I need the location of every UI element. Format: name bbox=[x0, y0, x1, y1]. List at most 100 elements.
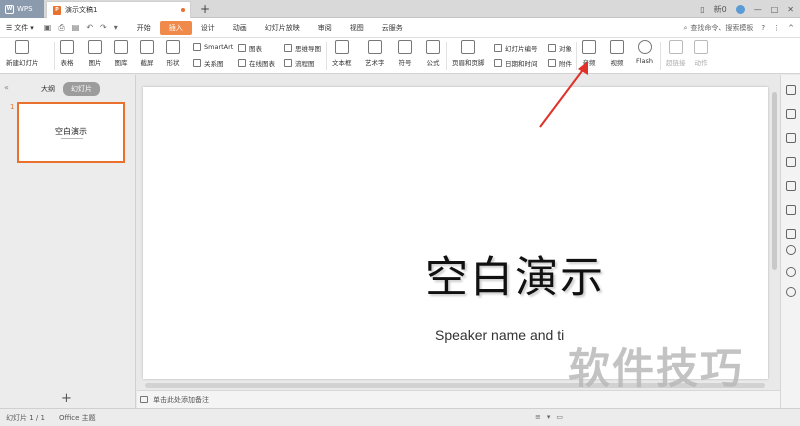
flash-button[interactable]: Flash bbox=[636, 40, 653, 65]
flash-icon bbox=[637, 40, 652, 54]
action-button[interactable]: 动作 bbox=[694, 40, 708, 67]
share-icon[interactable] bbox=[786, 245, 796, 255]
tab-outline[interactable]: 大纲 bbox=[41, 84, 55, 94]
relation-icon bbox=[193, 59, 201, 67]
window-controls: ▯ 新0 — □ ✕ bbox=[700, 0, 800, 18]
slide-title[interactable]: 空白演示 bbox=[425, 243, 605, 305]
undo-icon[interactable]: ↶ bbox=[86, 23, 93, 32]
vertical-scrollbar[interactable] bbox=[771, 90, 778, 380]
view-controls: ≡ ▾ ▭ bbox=[535, 413, 563, 421]
omega-symbol-icon bbox=[398, 40, 412, 54]
save-icon[interactable]: ▣ bbox=[44, 23, 52, 32]
slide-number-button[interactable]: 幻灯片编号 bbox=[494, 43, 538, 53]
settings-icon[interactable]: ⋮ bbox=[773, 24, 780, 32]
smartart-button[interactable]: SmartArt bbox=[193, 43, 233, 51]
menu-right-tools: ⌕ 查找命令、搜索模板 ? ⋮ ^ bbox=[683, 18, 794, 38]
status-bar: 幻灯片 1 / 1 Office 主题 ≡ ▾ ▭ bbox=[0, 408, 800, 426]
menu-bar: ☰ 文件 ▾ ▣ ⎙ ▤ ↶ ↷ ▾ 开始 插入 设计 动画 幻灯片放映 审阅 … bbox=[0, 18, 800, 38]
picture-label: 图片 bbox=[88, 59, 102, 67]
tab-animation[interactable]: 动画 bbox=[224, 21, 256, 35]
collapse-panel-icon[interactable]: « bbox=[4, 83, 9, 92]
print-icon[interactable]: ⎙ bbox=[58, 23, 64, 33]
video-icon bbox=[610, 40, 624, 54]
object-button[interactable]: 对象 bbox=[548, 43, 572, 53]
shape-button[interactable]: 形状 bbox=[166, 40, 180, 67]
object-label: 对象 bbox=[559, 45, 572, 53]
history-icon[interactable] bbox=[786, 267, 796, 277]
shape-icon bbox=[166, 40, 180, 54]
adjust-icon[interactable] bbox=[786, 157, 796, 167]
command-search[interactable]: ⌕ 查找命令、搜索模板 bbox=[683, 23, 753, 33]
chevron-down-icon: ▾ bbox=[30, 23, 34, 32]
tab-insert[interactable]: 插入 bbox=[159, 20, 192, 35]
speaker-icon bbox=[582, 40, 596, 54]
more-icon[interactable]: ▾ bbox=[114, 23, 118, 32]
user-name[interactable]: 新0 bbox=[714, 4, 727, 15]
tab-view[interactable]: 视图 bbox=[341, 21, 373, 35]
unsaved-dot-icon[interactable] bbox=[181, 8, 185, 12]
picture-button[interactable]: 图片 bbox=[88, 40, 102, 67]
copy-icon[interactable] bbox=[786, 109, 796, 119]
document-tab[interactable]: P 演示文稿1 bbox=[46, 1, 191, 18]
new-tab-button[interactable]: + bbox=[200, 1, 210, 17]
file-menu[interactable]: ☰ 文件 ▾ bbox=[0, 23, 40, 33]
symbol-button[interactable]: 符号 bbox=[398, 40, 412, 67]
document-tab-label: 演示文稿1 bbox=[65, 6, 98, 14]
mindmap-label: 思维导图 bbox=[295, 45, 321, 53]
slide-thumbnail[interactable]: 空白演示 bbox=[17, 102, 125, 163]
quick-access-toolbar: ▣ ⎙ ▤ ↶ ↷ ▾ bbox=[40, 23, 118, 33]
tab-cloud[interactable]: 云服务 bbox=[373, 21, 412, 35]
transition-icon[interactable] bbox=[786, 205, 796, 215]
tab-home[interactable]: 开始 bbox=[128, 21, 160, 35]
video-button[interactable]: 视频 bbox=[610, 40, 624, 67]
gallery-button[interactable]: 图库 bbox=[114, 40, 128, 67]
hyperlink-label: 超链接 bbox=[666, 59, 686, 67]
tab-slides[interactable]: 幻灯片 bbox=[63, 82, 100, 96]
redo-icon[interactable]: ↷ bbox=[100, 23, 107, 32]
avatar[interactable] bbox=[735, 4, 745, 14]
notes-icon bbox=[140, 396, 148, 403]
hyperlink-button[interactable]: 超链接 bbox=[666, 40, 686, 67]
screenshot-button[interactable]: 截屏 bbox=[140, 40, 154, 67]
flowchart-button[interactable]: 流程图 bbox=[284, 58, 315, 68]
collapse-ribbon-icon[interactable]: ^ bbox=[788, 24, 794, 32]
tab-design[interactable]: 设计 bbox=[192, 21, 224, 35]
star-icon[interactable] bbox=[786, 85, 796, 95]
formula-button[interactable]: 公式 bbox=[426, 40, 440, 67]
template-icon[interactable] bbox=[786, 181, 796, 191]
chart-button[interactable]: 图表 bbox=[238, 43, 262, 53]
file-menu-label: 文件 bbox=[14, 23, 29, 32]
device-icon[interactable]: ▯ bbox=[700, 5, 704, 14]
layers-icon[interactable] bbox=[786, 133, 796, 143]
theme-name[interactable]: Office 主题 bbox=[45, 413, 96, 423]
add-slide-button[interactable]: + bbox=[61, 391, 72, 406]
help-icon[interactable]: ? bbox=[761, 24, 765, 32]
notes-toggle-icon[interactable]: ≡ bbox=[535, 413, 541, 421]
tab-slideshow[interactable]: 幻灯片放映 bbox=[256, 21, 309, 35]
header-footer-button[interactable]: 页眉和页脚 bbox=[452, 40, 485, 67]
vertical-scroll-thumb[interactable] bbox=[772, 92, 777, 270]
help-circle-icon[interactable] bbox=[786, 287, 796, 297]
new-slide-button[interactable]: 新建幻灯片 bbox=[6, 40, 39, 67]
tab-review[interactable]: 审阅 bbox=[309, 21, 341, 35]
close-icon[interactable]: ✕ bbox=[787, 5, 794, 14]
symbol-label: 符号 bbox=[398, 59, 412, 67]
print-preview-icon[interactable]: ▤ bbox=[72, 23, 80, 32]
wps-home-tab[interactable]: W WPS bbox=[0, 0, 44, 18]
slide-subtitle[interactable]: Speaker name and ti bbox=[435, 327, 564, 343]
maximize-icon[interactable]: □ bbox=[771, 5, 779, 14]
relation-button[interactable]: 关系图 bbox=[193, 58, 224, 68]
smartart-label: SmartArt bbox=[204, 43, 234, 51]
view-mode-icon[interactable]: ▾ bbox=[547, 413, 551, 421]
textbox-button[interactable]: 文本框 bbox=[332, 40, 352, 67]
minimize-icon[interactable]: — bbox=[754, 5, 762, 14]
wordart-button[interactable]: 艺术字 bbox=[365, 40, 385, 67]
box-icon[interactable] bbox=[786, 229, 796, 239]
table-button[interactable]: 表格 bbox=[60, 40, 74, 67]
online-chart-button[interactable]: 在线图表 bbox=[238, 58, 275, 68]
mindmap-button[interactable]: 思维导图 bbox=[284, 43, 321, 53]
right-sidebar bbox=[780, 75, 800, 408]
normal-view-icon[interactable]: ▭ bbox=[556, 413, 563, 421]
formula-label: 公式 bbox=[426, 59, 440, 67]
relation-label: 关系图 bbox=[204, 60, 224, 68]
